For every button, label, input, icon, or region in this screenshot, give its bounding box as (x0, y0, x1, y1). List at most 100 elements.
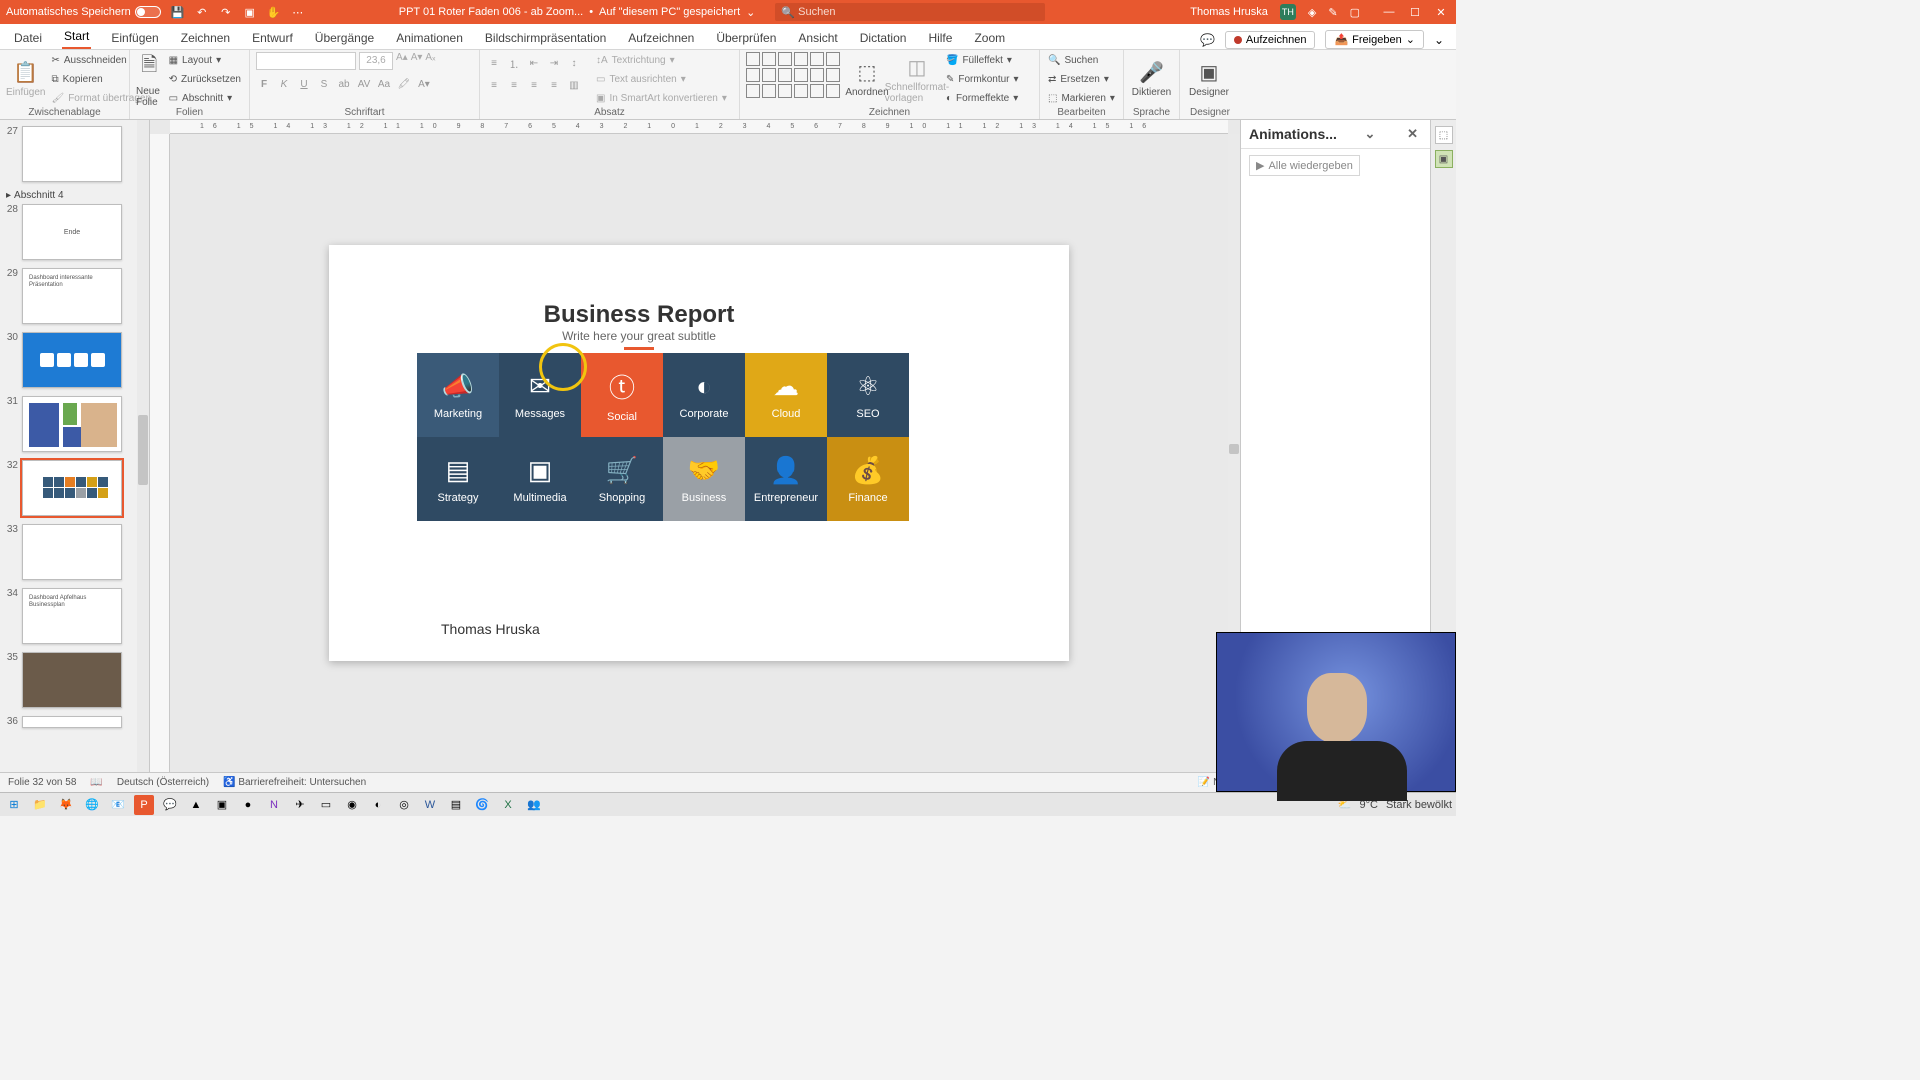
quick-styles-button[interactable]: ◫Schnellformat-vorlagen (894, 52, 940, 106)
app-icon[interactable]: 💬 (160, 795, 180, 815)
minimize-icon[interactable]: — (1380, 6, 1398, 19)
thumb-36[interactable]: 36 (2, 716, 145, 728)
thumb-32[interactable]: 32 (2, 460, 145, 516)
tab-zeichnen[interactable]: Zeichnen (179, 27, 232, 49)
thumb-30[interactable]: 30 (2, 332, 145, 388)
tab-dictation[interactable]: Dictation (858, 27, 909, 49)
align-center-button[interactable]: ≡ (506, 77, 522, 93)
powerpoint-icon[interactable]: P (134, 795, 154, 815)
search-input[interactable]: 🔍 Suchen (775, 3, 1045, 21)
new-slide-button[interactable]: 🗎Neue Folie (136, 52, 163, 106)
app6-icon[interactable]: ◎ (394, 795, 414, 815)
comments-icon[interactable]: 💬 (1200, 33, 1215, 47)
file-title[interactable]: PPT 01 Roter Faden 006 - ab Zoom... • Au… (399, 6, 756, 19)
obs-icon[interactable]: ◉ (342, 795, 362, 815)
strike-button[interactable]: S (316, 76, 332, 92)
font-color-button[interactable]: A▾ (416, 76, 432, 92)
side-btn-1[interactable]: ⬚ (1435, 126, 1453, 144)
dictate-button[interactable]: 🎤Diktieren (1130, 52, 1173, 106)
case-button[interactable]: Aa (376, 76, 392, 92)
outline-button[interactable]: ✎Formkontur ▾ (944, 71, 1021, 88)
play-all-button[interactable]: ▶ Alle wiedergeben (1249, 155, 1360, 176)
spell-check-icon[interactable]: 📖 (90, 777, 102, 788)
italic-button[interactable]: K (276, 76, 292, 92)
chevron-down-icon[interactable]: ⌄ (746, 6, 755, 19)
toggle-icon[interactable] (135, 6, 161, 18)
thumb-34[interactable]: 34Dashboard Apfelhaus Businessplan (2, 588, 145, 644)
coming-soon-icon[interactable]: ◈ (1308, 6, 1316, 19)
tab-aufzeichnen[interactable]: Aufzeichnen (626, 27, 696, 49)
bold-button[interactable]: F (256, 76, 272, 92)
slide-subtitle[interactable]: Write here your great subtitle (329, 329, 949, 350)
tile-strategy[interactable]: ▤Strategy (417, 437, 499, 521)
telegram-icon[interactable]: ✈ (290, 795, 310, 815)
start-icon[interactable]: ⊞ (4, 795, 24, 815)
more-icon[interactable]: ⋯ (291, 6, 305, 19)
collapse-ribbon-icon[interactable]: ⌄ (1434, 33, 1444, 47)
designer-button[interactable]: ▣Designer (1186, 52, 1232, 106)
underline-button[interactable]: U (296, 76, 312, 92)
tile-business[interactable]: 🤝Business (663, 437, 745, 521)
outlook-icon[interactable]: 📧 (108, 795, 128, 815)
app4-icon[interactable]: ▭ (316, 795, 336, 815)
paste-button[interactable]: 📋Einfügen (6, 52, 45, 106)
tile-corporate[interactable]: ◐Corporate (663, 353, 745, 437)
window-icon[interactable]: ▢ (1350, 6, 1360, 19)
accessibility[interactable]: ♿ Barrierefreiheit: Untersuchen (223, 777, 366, 788)
pen-icon[interactable]: ✎ (1328, 6, 1337, 19)
indent-dec-button[interactable]: ⇤ (526, 55, 542, 71)
chevron-down-icon[interactable]: ⌄ (1361, 126, 1380, 142)
save-icon[interactable]: 💾 (171, 6, 185, 19)
close-icon[interactable]: ✕ (1403, 126, 1422, 142)
columns-button[interactable]: ▥ (566, 77, 582, 93)
tiles-grid[interactable]: 📣Marketing✉MessagesⓣSocial◐Corporate☁Clo… (417, 353, 909, 521)
align-text-button[interactable]: ▭Text ausrichten ▾ (594, 71, 729, 88)
explorer-icon[interactable]: 📁 (30, 795, 50, 815)
share-button[interactable]: 📤Freigeben⌄ (1325, 30, 1423, 49)
app5-icon[interactable]: ◐ (368, 795, 388, 815)
indent-inc-button[interactable]: ⇥ (546, 55, 562, 71)
tile-messages[interactable]: ✉Messages (499, 353, 581, 437)
maximize-icon[interactable]: ☐ (1406, 6, 1424, 19)
user-name[interactable]: Thomas Hruska (1190, 6, 1268, 18)
tab-bildschirm[interactable]: Bildschirmpräsentation (483, 27, 608, 49)
tab-uebergaenge[interactable]: Übergänge (313, 27, 376, 49)
tab-start[interactable]: Start (62, 25, 91, 49)
clear-format-icon[interactable]: Aₓ (425, 52, 435, 70)
app2-icon[interactable]: ▣ (212, 795, 232, 815)
slide-editor[interactable]: 16 15 14 13 12 11 10 9 8 7 6 5 4 3 2 1 0… (150, 120, 1240, 772)
fill-button[interactable]: 🪣Fülleffekt ▾ (944, 52, 1021, 69)
chrome-icon[interactable]: 🌐 (82, 795, 102, 815)
smartart-button[interactable]: ▣In SmartArt konvertieren ▾ (594, 90, 729, 107)
align-left-button[interactable]: ≡ (486, 77, 502, 93)
tab-animationen[interactable]: Animationen (394, 27, 465, 49)
tile-social[interactable]: ⓣSocial (581, 353, 663, 437)
grow-font-icon[interactable]: A▴ (396, 52, 408, 70)
user-avatar[interactable]: TH (1280, 4, 1296, 20)
autosave-toggle[interactable]: Automatisches Speichern (6, 6, 161, 18)
thumb-27[interactable]: 27 (2, 126, 145, 182)
select-button[interactable]: ⬚Markieren ▾ (1046, 90, 1117, 107)
excel-icon[interactable]: X (498, 795, 518, 815)
edge-icon[interactable]: 🌀 (472, 795, 492, 815)
spacing-button[interactable]: AV (356, 76, 372, 92)
vlc-icon[interactable]: ▲ (186, 795, 206, 815)
app7-icon[interactable]: ▤ (446, 795, 466, 815)
side-btn-2[interactable]: ▣ (1435, 150, 1453, 168)
shapes-gallery[interactable] (746, 52, 840, 98)
word-icon[interactable]: W (420, 795, 440, 815)
tab-hilfe[interactable]: Hilfe (926, 27, 954, 49)
shadow-button[interactable]: ab (336, 76, 352, 92)
slide-counter[interactable]: Folie 32 von 58 (8, 777, 76, 788)
tile-entrepreneur[interactable]: 👤Entrepreneur (745, 437, 827, 521)
section-header[interactable]: ▸ Abschnitt 4 (6, 190, 145, 201)
thumb-29[interactable]: 29Dashboard interessante Präsentation (2, 268, 145, 324)
record-button[interactable]: Aufzeichnen (1225, 31, 1316, 49)
tile-shopping[interactable]: 🛒Shopping (581, 437, 663, 521)
numbering-button[interactable]: ⒈ (506, 55, 522, 71)
thumb-33[interactable]: 33 (2, 524, 145, 580)
thumb-35[interactable]: 35 (2, 652, 145, 708)
close-icon[interactable]: ✕ (1432, 6, 1450, 19)
line-spacing-button[interactable]: ↕ (566, 55, 582, 71)
tile-marketing[interactable]: 📣Marketing (417, 353, 499, 437)
